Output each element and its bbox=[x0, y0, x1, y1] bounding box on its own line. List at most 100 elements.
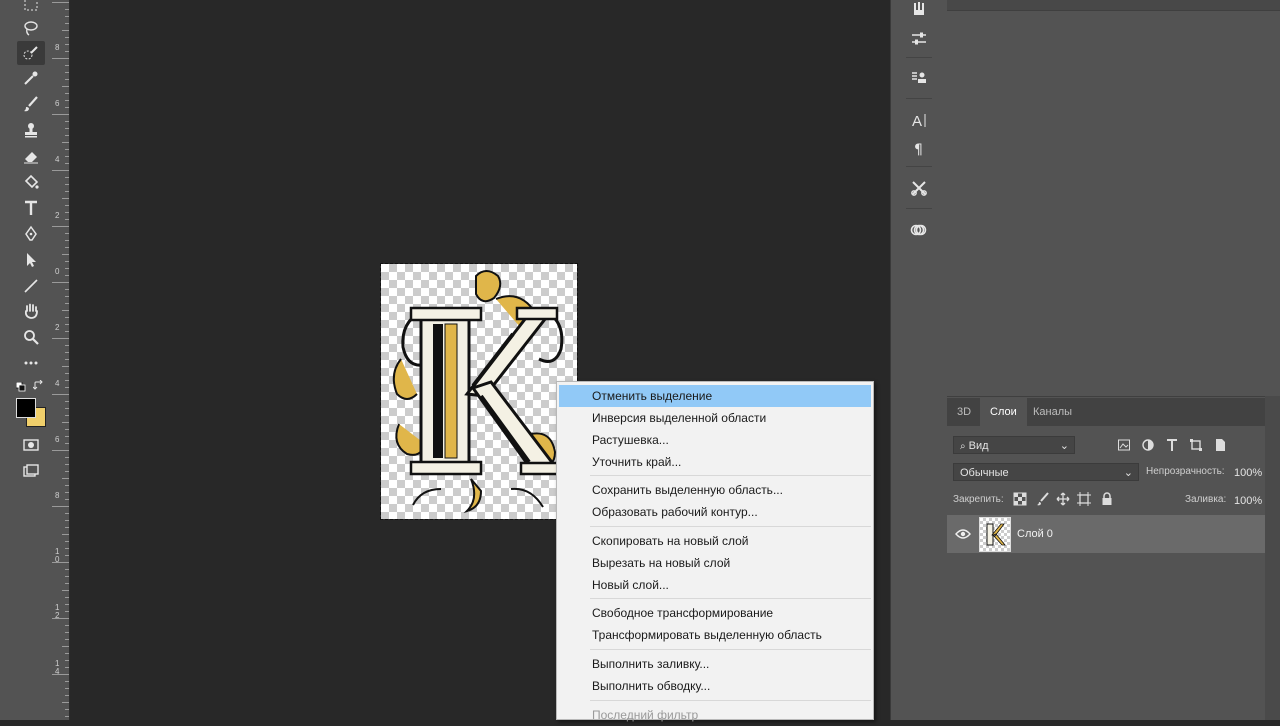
layer-filter-label: Вид bbox=[968, 440, 989, 452]
ruler-tick bbox=[65, 667, 69, 668]
ruler-tick bbox=[65, 401, 69, 402]
menu-item-inverse-selection[interactable]: Инверсия выделенной области bbox=[559, 407, 871, 429]
menu-item-new-layer[interactable]: Новый слой... bbox=[559, 574, 871, 596]
ruler-tick bbox=[52, 338, 69, 339]
menu-item-layer-via-cut[interactable]: Вырезать на новый слой bbox=[559, 552, 871, 574]
layer-filter-select[interactable]: ⌕ Вид ⌄ bbox=[953, 436, 1075, 454]
opacity-label: Непрозрачность: bbox=[1146, 466, 1225, 477]
eraser-tool-icon[interactable] bbox=[17, 144, 45, 168]
ruler-tick bbox=[52, 450, 69, 451]
zoom-tool-icon[interactable] bbox=[17, 325, 45, 349]
ruler-tick bbox=[62, 646, 69, 647]
tool-presets-icon[interactable] bbox=[908, 177, 930, 199]
ruler-tick bbox=[62, 534, 69, 535]
lock-transparent-pixels-icon[interactable] bbox=[1013, 492, 1027, 506]
ruler-tick bbox=[65, 240, 69, 241]
filter-type-icon[interactable] bbox=[1165, 438, 1179, 452]
ruler-tick bbox=[62, 422, 69, 423]
clone-source-icon[interactable] bbox=[908, 67, 930, 89]
menu-item-save-selection[interactable]: Сохранить выделенную область... bbox=[559, 479, 871, 501]
filter-adjustment-icon[interactable] bbox=[1141, 438, 1155, 452]
ruler-tick bbox=[65, 548, 69, 549]
tools-panel bbox=[0, 0, 53, 720]
menu-item-last-filter: Последний фильтр bbox=[592, 708, 699, 722]
line-tool-icon[interactable] bbox=[17, 274, 45, 298]
swap-colors-icon[interactable] bbox=[32, 379, 44, 391]
screen-mode-icon[interactable] bbox=[17, 459, 45, 483]
blend-mode-select[interactable]: Обычные ⌄ bbox=[953, 463, 1139, 481]
ruler-number: 4 bbox=[55, 155, 60, 164]
menu-item-transform-selection[interactable]: Трансформировать выделенную область bbox=[559, 624, 871, 646]
menu-item-free-transform[interactable]: Свободное трансформирование bbox=[559, 602, 871, 624]
eyedropper-tool-icon[interactable] bbox=[17, 66, 45, 90]
menu-item-fill[interactable]: Выполнить заливку... bbox=[559, 653, 871, 675]
document-canvas[interactable] bbox=[380, 263, 578, 520]
paint-bucket-tool-icon[interactable] bbox=[17, 170, 45, 194]
clone-stamp-tool-icon[interactable] bbox=[17, 118, 45, 142]
lock-position-icon[interactable] bbox=[1056, 492, 1070, 506]
type-tool-icon[interactable] bbox=[17, 196, 45, 220]
paragraph-panel-icon[interactable]: ¶ bbox=[908, 137, 930, 159]
brush-presets-icon[interactable] bbox=[908, 0, 930, 20]
character-panel-icon[interactable]: A bbox=[908, 109, 930, 131]
brush-tool-icon[interactable] bbox=[17, 92, 45, 116]
ruler-tick bbox=[65, 247, 69, 248]
path-selection-tool-icon[interactable] bbox=[17, 248, 45, 272]
ruler-tick bbox=[65, 513, 69, 514]
ruler-tick bbox=[62, 478, 69, 479]
more-tools-icon[interactable] bbox=[17, 351, 45, 375]
filter-smart-object-icon[interactable] bbox=[1213, 438, 1227, 452]
ruler-tick bbox=[65, 93, 69, 94]
ruler-tick bbox=[65, 604, 69, 605]
ruler-tick bbox=[65, 555, 69, 556]
panel-scrollbar[interactable] bbox=[1265, 396, 1280, 720]
eye-visibility-icon[interactable] bbox=[955, 528, 971, 540]
ruler-tick bbox=[65, 415, 69, 416]
menu-item-make-work-path[interactable]: Образовать рабочий контур... bbox=[559, 501, 871, 523]
tab-channels[interactable]: Каналы bbox=[1023, 398, 1082, 426]
tab-layers[interactable]: Слои bbox=[980, 398, 1027, 426]
quick-mask-icon[interactable] bbox=[17, 433, 45, 457]
menu-item-refine-edge[interactable]: Уточнить край... bbox=[559, 451, 871, 473]
ornamental-letter-k bbox=[392, 270, 567, 514]
layer-row[interactable]: Слой 0 bbox=[947, 515, 1265, 553]
ruler-number: 8 bbox=[55, 491, 60, 500]
libraries-icon[interactable] bbox=[908, 219, 930, 241]
lasso-tool-icon[interactable] bbox=[17, 16, 45, 40]
marquee-tool-icon[interactable] bbox=[17, 0, 45, 16]
pen-tool-icon[interactable] bbox=[17, 222, 45, 246]
fill-field[interactable]: 100% bbox=[1230, 491, 1264, 509]
menu-item-feather[interactable]: Растушевка... bbox=[559, 429, 871, 451]
ruler-tick bbox=[65, 219, 69, 220]
menu-item-deselect[interactable]: Отменить выделение bbox=[559, 385, 871, 407]
adjustments-icon[interactable] bbox=[908, 28, 930, 50]
lock-artboard-icon[interactable] bbox=[1077, 492, 1091, 506]
filter-shape-icon[interactable] bbox=[1189, 438, 1203, 452]
ruler-tick bbox=[52, 282, 69, 283]
default-colors-icon[interactable] bbox=[15, 381, 26, 392]
tab-3d[interactable]: 3D bbox=[947, 398, 981, 426]
menu-item-layer-via-copy[interactable]: Скопировать на новый слой bbox=[559, 530, 871, 552]
quick-selection-tool-icon[interactable] bbox=[17, 41, 45, 65]
ruler-tick bbox=[65, 51, 69, 52]
ruler-tick bbox=[65, 716, 69, 717]
ruler-tick bbox=[65, 520, 69, 521]
hand-tool-icon[interactable] bbox=[17, 299, 45, 323]
ruler-number: 2 bbox=[55, 211, 60, 220]
ruler-tick bbox=[65, 289, 69, 290]
menu-item-stroke[interactable]: Выполнить обводку... bbox=[559, 675, 871, 697]
opacity-field[interactable]: 100% bbox=[1230, 463, 1264, 481]
foreground-color-swatch[interactable] bbox=[16, 398, 36, 418]
lock-image-pixels-icon[interactable] bbox=[1036, 492, 1050, 506]
ruler-tick bbox=[65, 23, 69, 24]
ruler-tick bbox=[65, 611, 69, 612]
filter-pixel-icon[interactable] bbox=[1117, 438, 1131, 452]
ruler-tick bbox=[62, 366, 69, 367]
menu-separator bbox=[590, 649, 871, 650]
ruler-tick bbox=[65, 331, 69, 332]
layer-name[interactable]: Слой 0 bbox=[1017, 528, 1053, 540]
lock-all-icon[interactable] bbox=[1100, 492, 1114, 506]
vertical-ruler: 8 6 4 2 0 2 4 6 8 1 0 1 2 1 4 bbox=[52, 0, 70, 720]
ruler-tick bbox=[65, 261, 69, 262]
layer-thumbnail[interactable] bbox=[979, 517, 1011, 552]
